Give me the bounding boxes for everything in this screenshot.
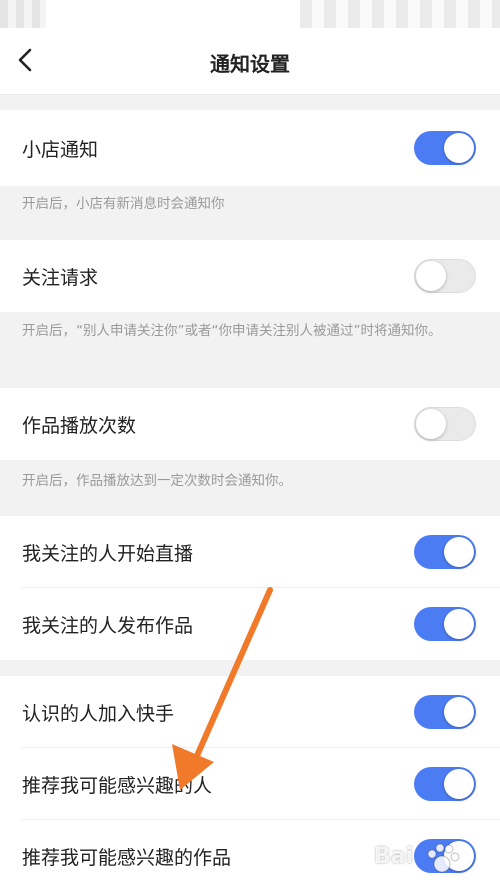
status-bar [0,0,500,28]
setting-row-follow-request[interactable]: 关注请求 [0,240,500,312]
setting-row-recommend-works[interactable]: 推荐我可能感兴趣的作品 [0,820,500,892]
follow-request-toggle[interactable] [414,259,476,293]
setting-description: 开启后，作品播放达到一定次数时会通知你。 [22,473,292,489]
setting-label: 我关注的人发布作品 [22,614,194,637]
notification-settings-screen: 通知设置 小店通知 开启后，小店有新消息时会通知你 关注请求 开启后，“别人申请… [0,0,500,892]
status-bar-blur-left [0,0,46,28]
setting-label: 关注请求 [22,266,99,289]
toggle-knob [444,133,474,163]
setting-label: 推荐我可能感兴趣的作品 [22,846,232,869]
nav-bar: 通知设置 [0,28,500,95]
setting-row-shop-notification[interactable]: 小店通知 [0,110,500,186]
recommend-works-toggle[interactable] [414,839,476,873]
page-title: 通知设置 [210,52,290,76]
followed-post-toggle[interactable] [414,607,476,641]
setting-label: 作品播放次数 [22,414,137,437]
setting-row-acquaintance-joined[interactable]: 认识的人加入快手 [0,676,500,748]
setting-label: 推荐我可能感兴趣的人 [22,774,213,797]
toggle-knob [416,409,446,439]
acquaintance-joined-toggle[interactable] [414,695,476,729]
setting-row-followed-post[interactable]: 我关注的人发布作品 [0,588,500,660]
toggle-knob [444,697,474,727]
toggle-knob [444,537,474,567]
setting-row-recommend-people[interactable]: 推荐我可能感兴趣的人 [0,748,500,820]
setting-label: 认识的人加入快手 [22,702,175,725]
play-count-toggle[interactable] [414,407,476,441]
toggle-knob [444,609,474,639]
setting-row-play-count[interactable]: 作品播放次数 [0,388,500,460]
recommend-people-toggle[interactable] [414,767,476,801]
setting-label: 小店通知 [22,138,99,161]
toggle-knob [416,261,446,291]
setting-description: 开启后，“别人申请关注你”或者“你申请关注别人被通过”时将通知你。 [22,323,442,339]
setting-label: 我关注的人开始直播 [22,542,194,565]
setting-row-followed-live[interactable]: 我关注的人开始直播 [0,516,500,588]
toggle-knob [444,841,474,871]
shop-notification-toggle[interactable] [414,131,476,165]
followed-live-toggle[interactable] [414,535,476,569]
setting-description: 开启后，小店有新消息时会通知你 [22,196,225,212]
toggle-knob [444,769,474,799]
status-bar-blur-right [300,0,500,28]
